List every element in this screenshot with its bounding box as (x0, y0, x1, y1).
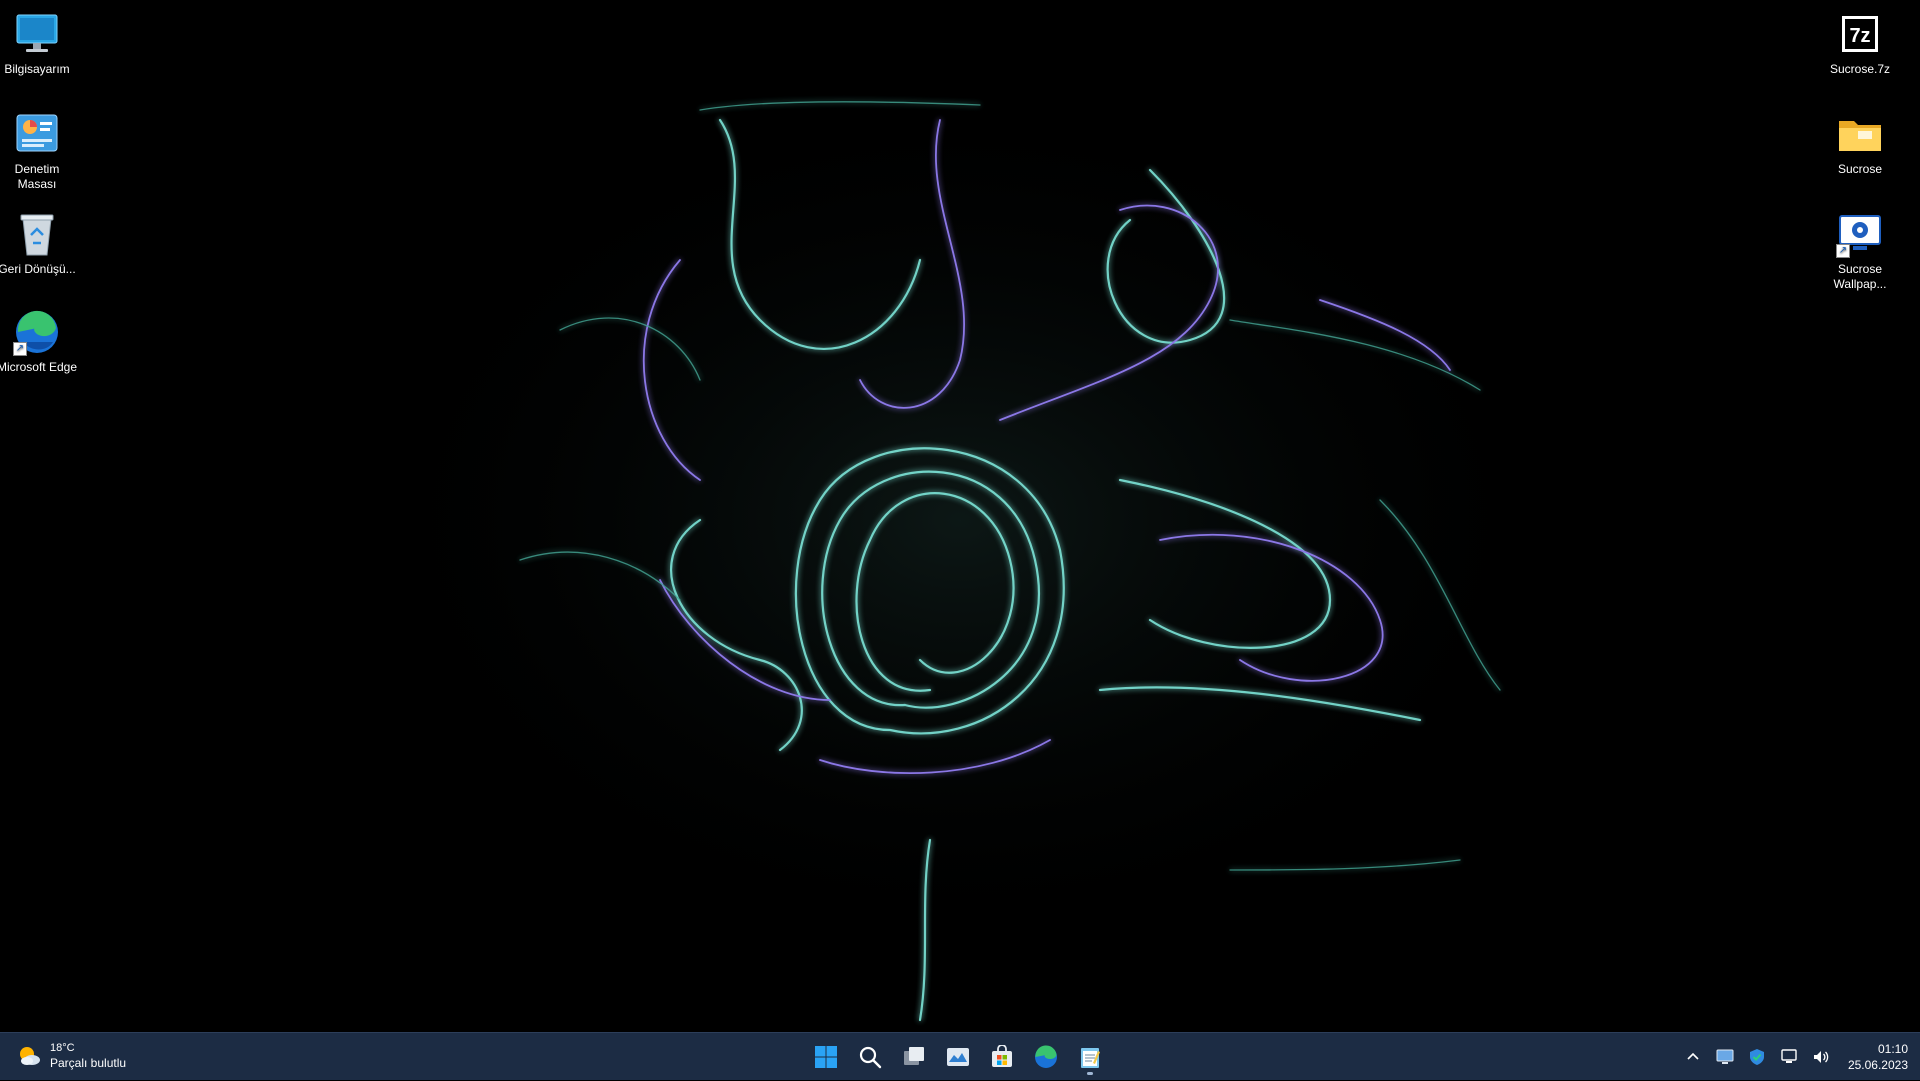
desktop-icon-recycle-bin[interactable]: Geri Dönüşü... (0, 208, 80, 277)
chevron-up-icon (1687, 1052, 1699, 1060)
desktop-icon-label: Microsoft Edge (0, 360, 78, 374)
desktop-icon-label: Sucrose Wallpap... (1833, 262, 1887, 291)
recycle-bin-icon (11, 208, 63, 260)
start-button[interactable] (806, 1037, 846, 1077)
shortcut-arrow-icon: ↗ (13, 342, 27, 356)
widgets-button[interactable] (938, 1037, 978, 1077)
task-view-icon (904, 1047, 924, 1065)
desktop-icon-label: Sucrose.7z (1829, 62, 1891, 76)
network-icon (1781, 1049, 1797, 1063)
archive-7z-icon: 7z (1834, 8, 1886, 60)
desktop-icon-sucrose-7z[interactable]: 7z Sucrose.7z (1817, 8, 1903, 77)
desktop-icon-this-pc[interactable]: Bilgisayarım (0, 8, 80, 77)
search-button[interactable] (850, 1037, 890, 1077)
store-button[interactable] (982, 1037, 1022, 1077)
edge-icon: ↗ (11, 306, 63, 358)
taskbar-clock[interactable]: 01:10 25.06.2023 (1848, 1041, 1908, 1073)
weather-widget[interactable]: 18°C Parçalı bulutlu (16, 1041, 126, 1071)
desktop-icon-edge[interactable]: ↗ Microsoft Edge (0, 306, 80, 375)
network-tray-button[interactable] (1778, 1046, 1800, 1068)
desktop-icon-sucrose-folder[interactable]: Sucrose (1817, 108, 1903, 177)
wallpaper-fluid-swirl (340, 80, 1580, 1022)
search-icon (859, 1046, 882, 1069)
desktop-icon-label: Bilgisayarım (4, 62, 70, 76)
system-tray: 01:10 25.06.2023 (1682, 1033, 1908, 1081)
taskbar: 18°C Parçalı bulutlu 01:10 25.06.2023 (0, 1032, 1920, 1080)
svg-text:7z: 7z (1849, 25, 1870, 47)
security-tray-button[interactable] (1746, 1046, 1768, 1068)
display-settings-tray-button[interactable] (1714, 1046, 1736, 1068)
notepad-icon (1081, 1048, 1100, 1068)
weather-condition: Parçalı bulutlu (50, 1056, 127, 1070)
sucrose-wallpaper-icon: ↗ (1834, 208, 1886, 260)
taskbar-apps (806, 1037, 1110, 1077)
edge-button[interactable] (1026, 1037, 1066, 1077)
show-hidden-icons-button[interactable] (1682, 1046, 1704, 1068)
desktop-icon-label: Denetim Masası (14, 162, 60, 191)
monitor-icon (11, 8, 63, 60)
desktop-icon-label: Geri Dönüşü... (0, 262, 76, 276)
volume-tray-button[interactable] (1810, 1046, 1832, 1068)
microsoft-store-icon (992, 1045, 1012, 1067)
folder-icon (1834, 108, 1886, 160)
weather-temperature: 18°C (50, 1042, 75, 1054)
desktop-icon-control-panel[interactable]: Denetim Masası (0, 108, 80, 192)
desktop-icon-sucrose-wallpaper[interactable]: ↗ Sucrose Wallpap... (1817, 208, 1903, 292)
notepad-button[interactable] (1070, 1037, 1110, 1077)
task-view-button[interactable] (894, 1037, 934, 1077)
edge-icon (1035, 1045, 1057, 1068)
clock-date: 25.06.2023 (1847, 1058, 1908, 1072)
shortcut-arrow-icon: ↗ (1836, 244, 1850, 258)
windows-logo-icon (815, 1046, 837, 1068)
desktop: Bilgisayarım Denetim Masası Geri Dönüşü. (0, 0, 1920, 1032)
partly-cloudy-icon (20, 1047, 40, 1065)
shield-check-icon (1749, 1049, 1764, 1065)
speaker-icon (1813, 1051, 1829, 1063)
desktop-icon-label: Sucrose (1837, 162, 1883, 176)
display-icon (1716, 1049, 1734, 1064)
control-panel-icon (11, 108, 63, 160)
clock-time: 01:10 (1877, 1042, 1908, 1056)
widgets-icon (947, 1048, 969, 1066)
